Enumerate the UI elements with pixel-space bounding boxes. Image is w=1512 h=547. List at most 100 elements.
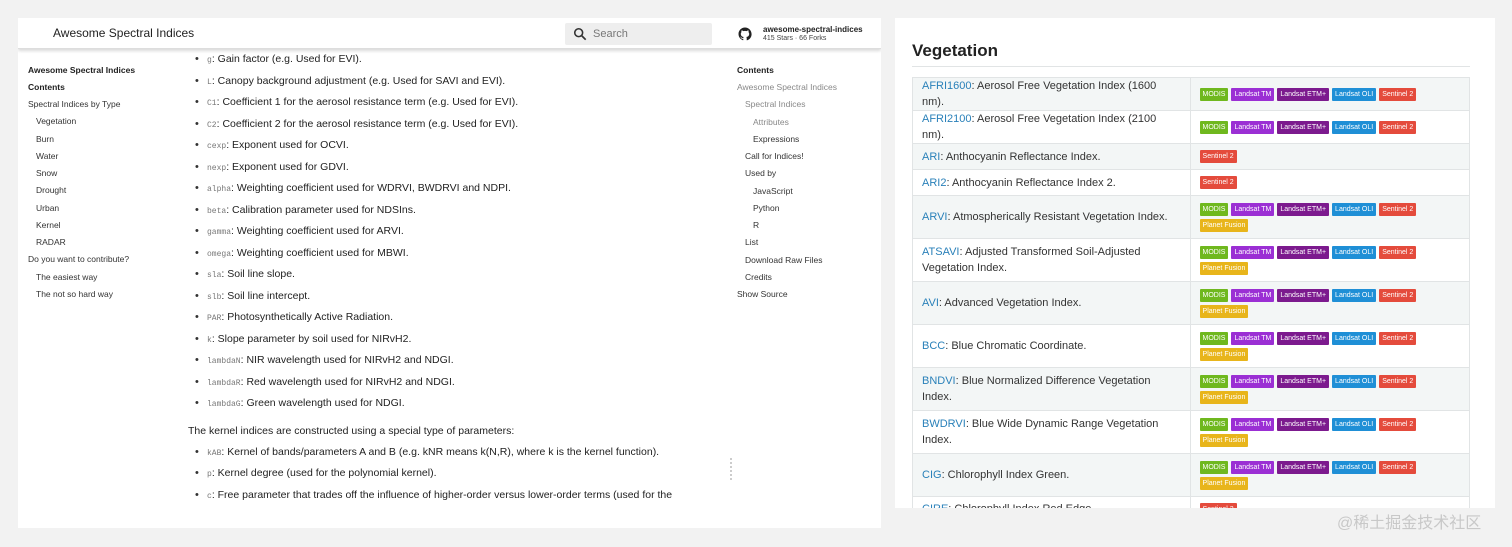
nav-item[interactable]: Vegetation [28, 115, 188, 132]
parameter-code: lambdaR [207, 378, 241, 388]
list-item: p: Kernel degree (used for the polynomia… [188, 466, 728, 488]
toc-title: Contents [737, 65, 774, 75]
left-sidebar-nav: Awesome Spectral Indices Contents Spectr… [28, 64, 188, 305]
toc-item[interactable]: Download Raw Files [737, 254, 881, 271]
platforms-cell: MODIS Landsat TM Landsat ETM+ Landsat OLI Se… [1189, 453, 1471, 497]
platforms-cell: MODIS Landsat TM Landsat ETM+ Landsat OLI Se… [1189, 110, 1471, 144]
index-cell: AFRI1600: Aerosol Free Vegetation Index … [912, 77, 1191, 111]
toc-item[interactable]: JavaScript [737, 185, 881, 202]
index-link[interactable]: ARVI [922, 211, 947, 223]
list-item: lambdaR: Red wavelength used for NIRvH2 … [188, 375, 728, 397]
platform-badge: Landsat ETM+ [1277, 460, 1330, 474]
index-link[interactable]: ATSAVI [922, 246, 960, 258]
platforms-cell: MODIS Landsat TM Landsat ETM+ Landsat OLI Se… [1189, 367, 1471, 411]
list-item: alpha: Weighting coefficient used for WD… [188, 181, 728, 203]
search-box[interactable] [565, 23, 712, 45]
index-link[interactable]: BNDVI [922, 375, 956, 387]
index-link[interactable]: CIG [922, 469, 942, 481]
index-link[interactable]: AFRI2100 [922, 113, 972, 125]
parameter-description: : Calibration parameter used for NDSIns. [226, 203, 416, 216]
platform-badge: Landsat TM [1231, 374, 1275, 388]
index-cell: AVI: Advanced Vegetation Index. [912, 281, 1191, 325]
toc-item[interactable]: Expressions [737, 133, 881, 150]
site-title[interactable]: Awesome Spectral Indices [53, 26, 194, 40]
platform-badge: Landsat OLI [1332, 417, 1377, 431]
index-link[interactable]: ARI [922, 151, 940, 163]
index-link[interactable]: ARI2 [922, 177, 946, 189]
toc-item[interactable]: Awesome Spectral Indices [737, 81, 881, 98]
platform-badge: MODIS [1199, 331, 1229, 345]
toc-item[interactable]: R [737, 219, 881, 236]
platform-badge: Planet Fusion [1199, 433, 1249, 447]
toc-item[interactable]: Show Source [737, 288, 881, 305]
nav-item[interactable]: Kernel [28, 219, 188, 236]
index-cell: CIG: Chlorophyll Index Green. [912, 453, 1191, 497]
parameter-code: cexp [207, 142, 227, 151]
watermark: @稀土掘金技术社区 [1337, 515, 1482, 532]
index-link[interactable]: AVI [922, 297, 939, 309]
platforms-cell: MODIS Landsat TM Landsat ETM+ Landsat OLI Se… [1189, 281, 1471, 325]
index-cell: BWDRVI: Blue Wide Dynamic Range Vegetati… [912, 410, 1191, 454]
nav-item[interactable]: Burn [28, 133, 188, 150]
list-item: C1: Coefficient 1 for the aerosol resist… [188, 95, 728, 117]
toc-item[interactable]: Attributes [737, 116, 881, 133]
platform-badge: Landsat OLI [1332, 87, 1377, 101]
nav-item[interactable]: Drought [28, 184, 188, 201]
nav-item[interactable]: The easiest way [28, 271, 188, 288]
parameter-description: : Coefficient 1 for the aerosol resistan… [216, 96, 519, 108]
nav-item[interactable]: The not so hard way [28, 288, 188, 305]
sidebar-resize-handle[interactable] [730, 458, 732, 480]
platform-badge: Planet Fusion [1199, 218, 1249, 232]
platform-badge: Planet Fusion [1199, 390, 1249, 404]
platform-badge: Landsat TM [1231, 460, 1275, 474]
nav-item[interactable]: Water [28, 150, 188, 167]
right-toc-nav: Contents Awesome Spectral Indices Spectra… [737, 64, 881, 305]
nav-item[interactable]: Do you want to contribute? [28, 253, 188, 270]
parameter-description: : Coefficient 2 for the aerosol resistan… [216, 117, 519, 130]
nav-site-title[interactable]: Awesome Spectral Indices [28, 64, 188, 81]
platform-badge: Planet Fusion [1199, 261, 1249, 275]
search-input[interactable] [593, 26, 705, 42]
index-link[interactable]: CIRE [922, 503, 948, 508]
platform-badge: Landsat OLI [1332, 374, 1377, 388]
parameter-description: : Free parameter that trades off the inf… [211, 488, 673, 501]
platform-badge: Sentinel 2 [1379, 288, 1417, 302]
parameter-description: : Gain factor (e.g. Used for EVI). [211, 53, 362, 65]
platform-badge: Sentinel 2 [1199, 176, 1237, 189]
nav-item[interactable]: RADAR [28, 236, 188, 253]
platform-badge: Landsat OLI [1332, 245, 1377, 259]
main-content: g: Gain factor (e.g. Used for EVI).L: Ca… [188, 52, 728, 509]
index-link[interactable]: BWDRVI [922, 418, 966, 430]
index-link[interactable]: AFRI1600 [922, 80, 972, 92]
table-row: CIRE: Chlorophyll Index Red Edge. Sentine… [912, 496, 1471, 508]
index-cell: ATSAVI: Adjusted Transformed Soil-Adjust… [912, 238, 1191, 282]
platform-badge: Landsat ETM+ [1277, 288, 1330, 302]
parameter-list: g: Gain factor (e.g. Used for EVI).L: Ca… [188, 52, 728, 418]
nav-item[interactable]: Snow [28, 167, 188, 184]
toc-item[interactable]: Python [737, 202, 881, 219]
platform-badge: Landsat ETM+ [1277, 374, 1330, 388]
index-description: : Blue Chromatic Coordinate. [945, 340, 1087, 352]
toc-item[interactable]: Spectral Indices [737, 98, 881, 115]
index-link[interactable]: BCC [922, 340, 945, 352]
parameter-code: beta [207, 206, 227, 216]
toc-item[interactable]: Credits [737, 271, 881, 288]
platform-badge: Landsat TM [1231, 288, 1275, 302]
nav-item[interactable]: Spectral Indices by Type [28, 98, 188, 115]
toc-item[interactable]: Call for Indices! [737, 150, 881, 167]
nav-item[interactable]: Urban [28, 202, 188, 219]
repo-stats: 415 Stars · 66 Forks [763, 35, 827, 42]
parameter-description: : Kernel degree (used for the polynomial… [211, 467, 437, 479]
list-item: L: Canopy background adjustment (e.g. Us… [188, 74, 728, 96]
vegetation-table-screenshot: Vegetation AFRI1600: Aerosol Free Vegeta… [895, 18, 1495, 508]
list-item: beta: Calibration parameter used for NDS… [188, 203, 728, 225]
index-cell: ARVI: Atmospherically Resistant Vegetati… [912, 195, 1191, 239]
platform-badge: Landsat TM [1231, 120, 1275, 134]
parameter-code: omega [207, 249, 232, 259]
platform-badge: Landsat TM [1231, 202, 1275, 216]
platforms-cell: MODIS Landsat TM Landsat ETM+ Landsat OLI Se… [1189, 324, 1471, 368]
parameter-description: : Canopy background adjustment (e.g. Use… [211, 74, 506, 87]
toc-item[interactable]: List [737, 236, 881, 253]
toc-item[interactable]: Used by [737, 167, 881, 184]
parameter-code: kAB [207, 448, 222, 458]
